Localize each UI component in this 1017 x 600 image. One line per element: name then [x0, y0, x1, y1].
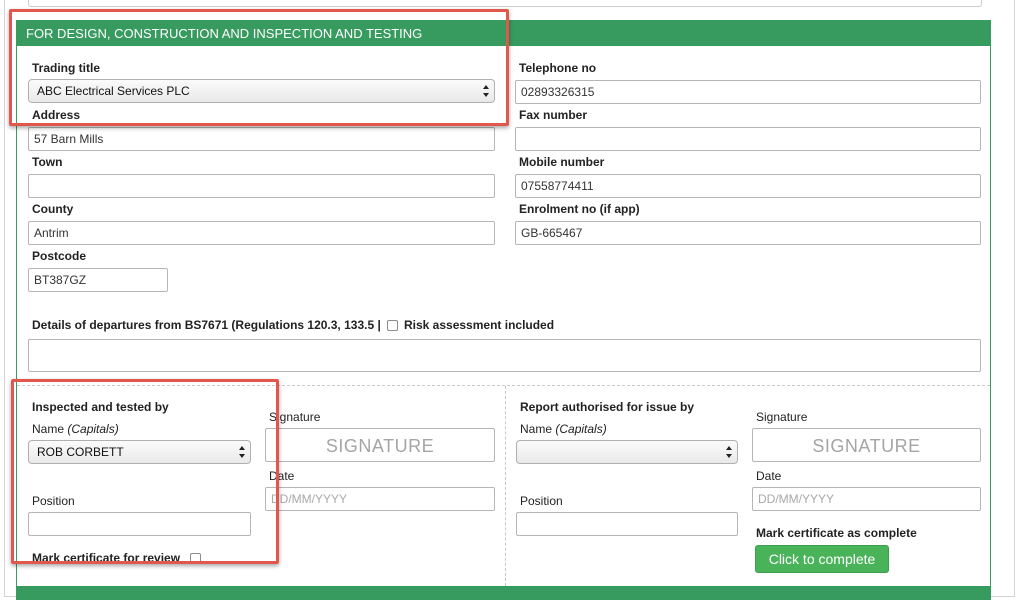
inspected-signature-label: Signature: [269, 410, 321, 424]
authorised-name-label-text: Name: [520, 422, 553, 436]
authorised-signature-pad[interactable]: SIGNATURE: [752, 428, 981, 462]
inspected-name-label: Name (Capitals): [32, 422, 119, 436]
town-input[interactable]: [28, 174, 495, 198]
inspected-position-input[interactable]: [28, 512, 251, 536]
select-arrows-icon: [726, 446, 732, 458]
section-divider: [17, 385, 990, 386]
select-arrows-icon: [239, 446, 245, 458]
inspected-name-value: ROB CORBETT: [37, 445, 124, 459]
review-label: Mark certificate for review: [32, 551, 181, 565]
inspected-date-label: Date: [269, 469, 295, 483]
authorised-position-input[interactable]: [516, 512, 738, 536]
trading-title-value: ABC Electrical Services PLC: [37, 84, 190, 98]
trading-title-label: Trading title: [32, 61, 101, 75]
authorised-name-hint: (Capitals): [555, 422, 607, 436]
departures-textarea[interactable]: [28, 339, 981, 372]
trading-title-select[interactable]: ABC Electrical Services PLC: [28, 79, 495, 103]
inspected-date-input[interactable]: DD/MM/YYYY: [265, 487, 495, 511]
enrolment-label: Enrolment no (if app): [519, 202, 640, 216]
inspected-name-label-text: Name: [32, 422, 65, 436]
inspected-signature-pad[interactable]: SIGNATURE: [265, 428, 495, 462]
postcode-input[interactable]: BT387GZ: [28, 268, 168, 292]
fax-label: Fax number: [519, 108, 588, 122]
review-checkbox[interactable]: [190, 553, 201, 564]
section-header: FOR DESIGN, CONSTRUCTION AND INSPECTION …: [16, 20, 991, 46]
postcode-label: Postcode: [32, 249, 87, 263]
authorised-date-label: Date: [756, 469, 782, 483]
inspected-heading: Inspected and tested by: [32, 400, 169, 414]
complete-label: Mark certificate as complete: [756, 526, 917, 540]
telephone-input[interactable]: 02893326315: [515, 80, 981, 104]
column-divider: [505, 386, 506, 586]
authorised-name-select[interactable]: [516, 440, 738, 464]
county-input[interactable]: Antrim: [28, 221, 495, 245]
mobile-label: Mobile number: [519, 155, 605, 169]
authorised-name-label: Name (Capitals): [520, 422, 607, 436]
authorised-signature-label: Signature: [756, 410, 808, 424]
enrolment-input[interactable]: GB-665467: [515, 221, 981, 245]
town-label: Town: [32, 155, 63, 169]
inspected-name-hint: (Capitals): [67, 422, 119, 436]
authorised-position-label: Position: [520, 494, 563, 508]
previous-section-edge: [28, 0, 982, 7]
select-arrows-icon: [483, 85, 489, 97]
county-label: County: [32, 202, 74, 216]
authorised-heading: Report authorised for issue by: [520, 400, 695, 414]
authorised-date-input[interactable]: DD/MM/YYYY: [752, 487, 981, 511]
complete-button[interactable]: Click to complete: [755, 545, 889, 573]
address-input[interactable]: 57 Barn Mills: [28, 127, 495, 151]
inspected-position-label: Position: [32, 494, 75, 508]
section-footer-bar: [16, 586, 991, 600]
telephone-label: Telephone no: [519, 61, 597, 75]
fax-input[interactable]: [515, 127, 981, 151]
mobile-input[interactable]: 07558774411: [515, 174, 981, 198]
address-label: Address: [32, 108, 81, 122]
risk-assessment-checkbox[interactable]: [387, 320, 398, 331]
departures-label: Details of departures from BS7671 (Regul…: [32, 318, 381, 332]
inspected-name-select[interactable]: ROB CORBETT: [28, 440, 251, 464]
risk-assessment-label: Risk assessment included: [404, 318, 555, 332]
